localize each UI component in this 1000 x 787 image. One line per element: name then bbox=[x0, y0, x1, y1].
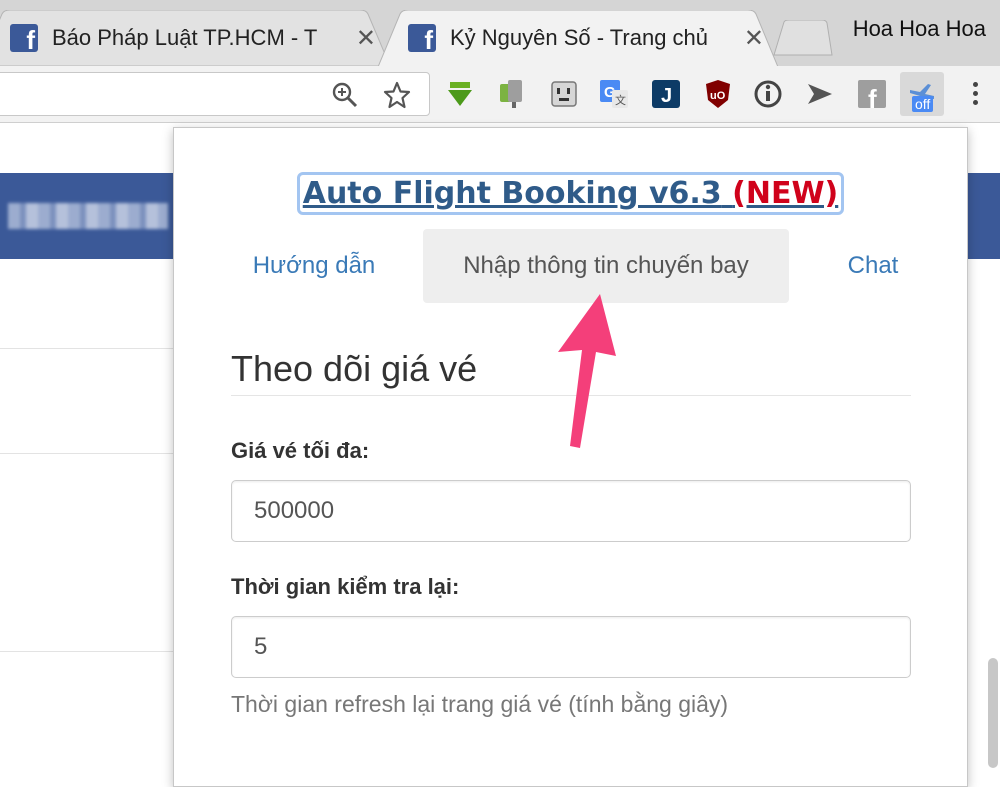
recheck-interval-label: Thời gian kiểm tra lại: bbox=[231, 574, 460, 599]
close-icon[interactable]: ✕ bbox=[744, 24, 764, 53]
ublock-origin-icon[interactable]: uO bbox=[702, 78, 734, 110]
tab-strip: f Báo Pháp Luật TP.HCM - T ✕ f Kỷ Nguyên… bbox=[0, 0, 1000, 67]
face-extension-icon[interactable] bbox=[548, 78, 580, 110]
close-icon[interactable]: ✕ bbox=[356, 24, 376, 53]
recheck-interval-input[interactable] bbox=[231, 616, 911, 678]
download-arrow-extension-icon[interactable] bbox=[444, 78, 476, 110]
popup-title-link[interactable]: Auto Flight Booking v6.3 (NEW) bbox=[296, 172, 845, 215]
facebook-extension-icon[interactable]: f bbox=[856, 78, 888, 110]
browser-toolbar: G 文 J uO f off bbox=[0, 66, 1000, 123]
profile-name[interactable]: Hoa Hoa Hoa bbox=[853, 16, 986, 42]
send-arrow-extension-icon[interactable] bbox=[804, 78, 836, 110]
new-tab-button[interactable] bbox=[772, 20, 834, 56]
facebook-icon: f bbox=[10, 24, 38, 52]
popup-title: Auto Flight Booking v6.3 (NEW) bbox=[174, 172, 967, 215]
divider bbox=[0, 453, 175, 454]
divider bbox=[0, 348, 175, 349]
annotation-arrow-icon bbox=[558, 294, 616, 448]
svg-text:uO: uO bbox=[710, 90, 726, 102]
zoom-icon[interactable] bbox=[331, 81, 359, 109]
svg-text:文: 文 bbox=[615, 93, 626, 107]
bookmark-star-icon[interactable] bbox=[383, 81, 411, 109]
browser-tab-active[interactable]: f Kỷ Nguyên Số - Trang chủ ✕ bbox=[378, 10, 778, 66]
tab-title: Kỷ Nguyên Số - Trang chủ bbox=[450, 25, 709, 50]
new-badge: (NEW) bbox=[732, 176, 839, 211]
green-tool-extension-icon[interactable] bbox=[496, 78, 528, 110]
recheck-help-text: Thời gian refresh lại trang giá vé (tính… bbox=[231, 691, 729, 717]
extension-badge: off bbox=[912, 96, 934, 112]
page-scrollbar[interactable] bbox=[988, 658, 998, 768]
tab-guide[interactable]: Hướng dẫn bbox=[239, 229, 389, 303]
extension-popup: Auto Flight Booking v6.3 (NEW) Hướng dẫn… bbox=[173, 127, 968, 787]
popup-title-text: Auto Flight Booking v6.3 bbox=[302, 176, 722, 211]
browser-tab[interactable]: f Báo Pháp Luật TP.HCM - T ✕ bbox=[0, 10, 390, 66]
google-translate-icon[interactable]: G 文 bbox=[598, 78, 630, 110]
max-price-input[interactable] bbox=[231, 480, 911, 542]
browser-menu-icon[interactable] bbox=[972, 82, 980, 108]
info-extension-icon[interactable] bbox=[752, 78, 784, 110]
tab-title: Báo Pháp Luật TP.HCM - T bbox=[52, 25, 318, 50]
svg-text:f: f bbox=[868, 84, 877, 110]
section-heading: Theo dõi giá vé bbox=[231, 348, 478, 389]
address-bar[interactable] bbox=[0, 72, 430, 116]
flight-booking-extension-button[interactable]: off bbox=[900, 72, 944, 116]
svg-text:J: J bbox=[661, 85, 672, 107]
max-price-label: Giá vé tối đa: bbox=[231, 438, 370, 463]
tab-chat[interactable]: Chat bbox=[813, 229, 933, 303]
divider bbox=[0, 651, 175, 652]
j-extension-icon[interactable]: J bbox=[650, 78, 682, 110]
blurred-header-text bbox=[8, 203, 168, 229]
facebook-icon: f bbox=[408, 24, 436, 52]
